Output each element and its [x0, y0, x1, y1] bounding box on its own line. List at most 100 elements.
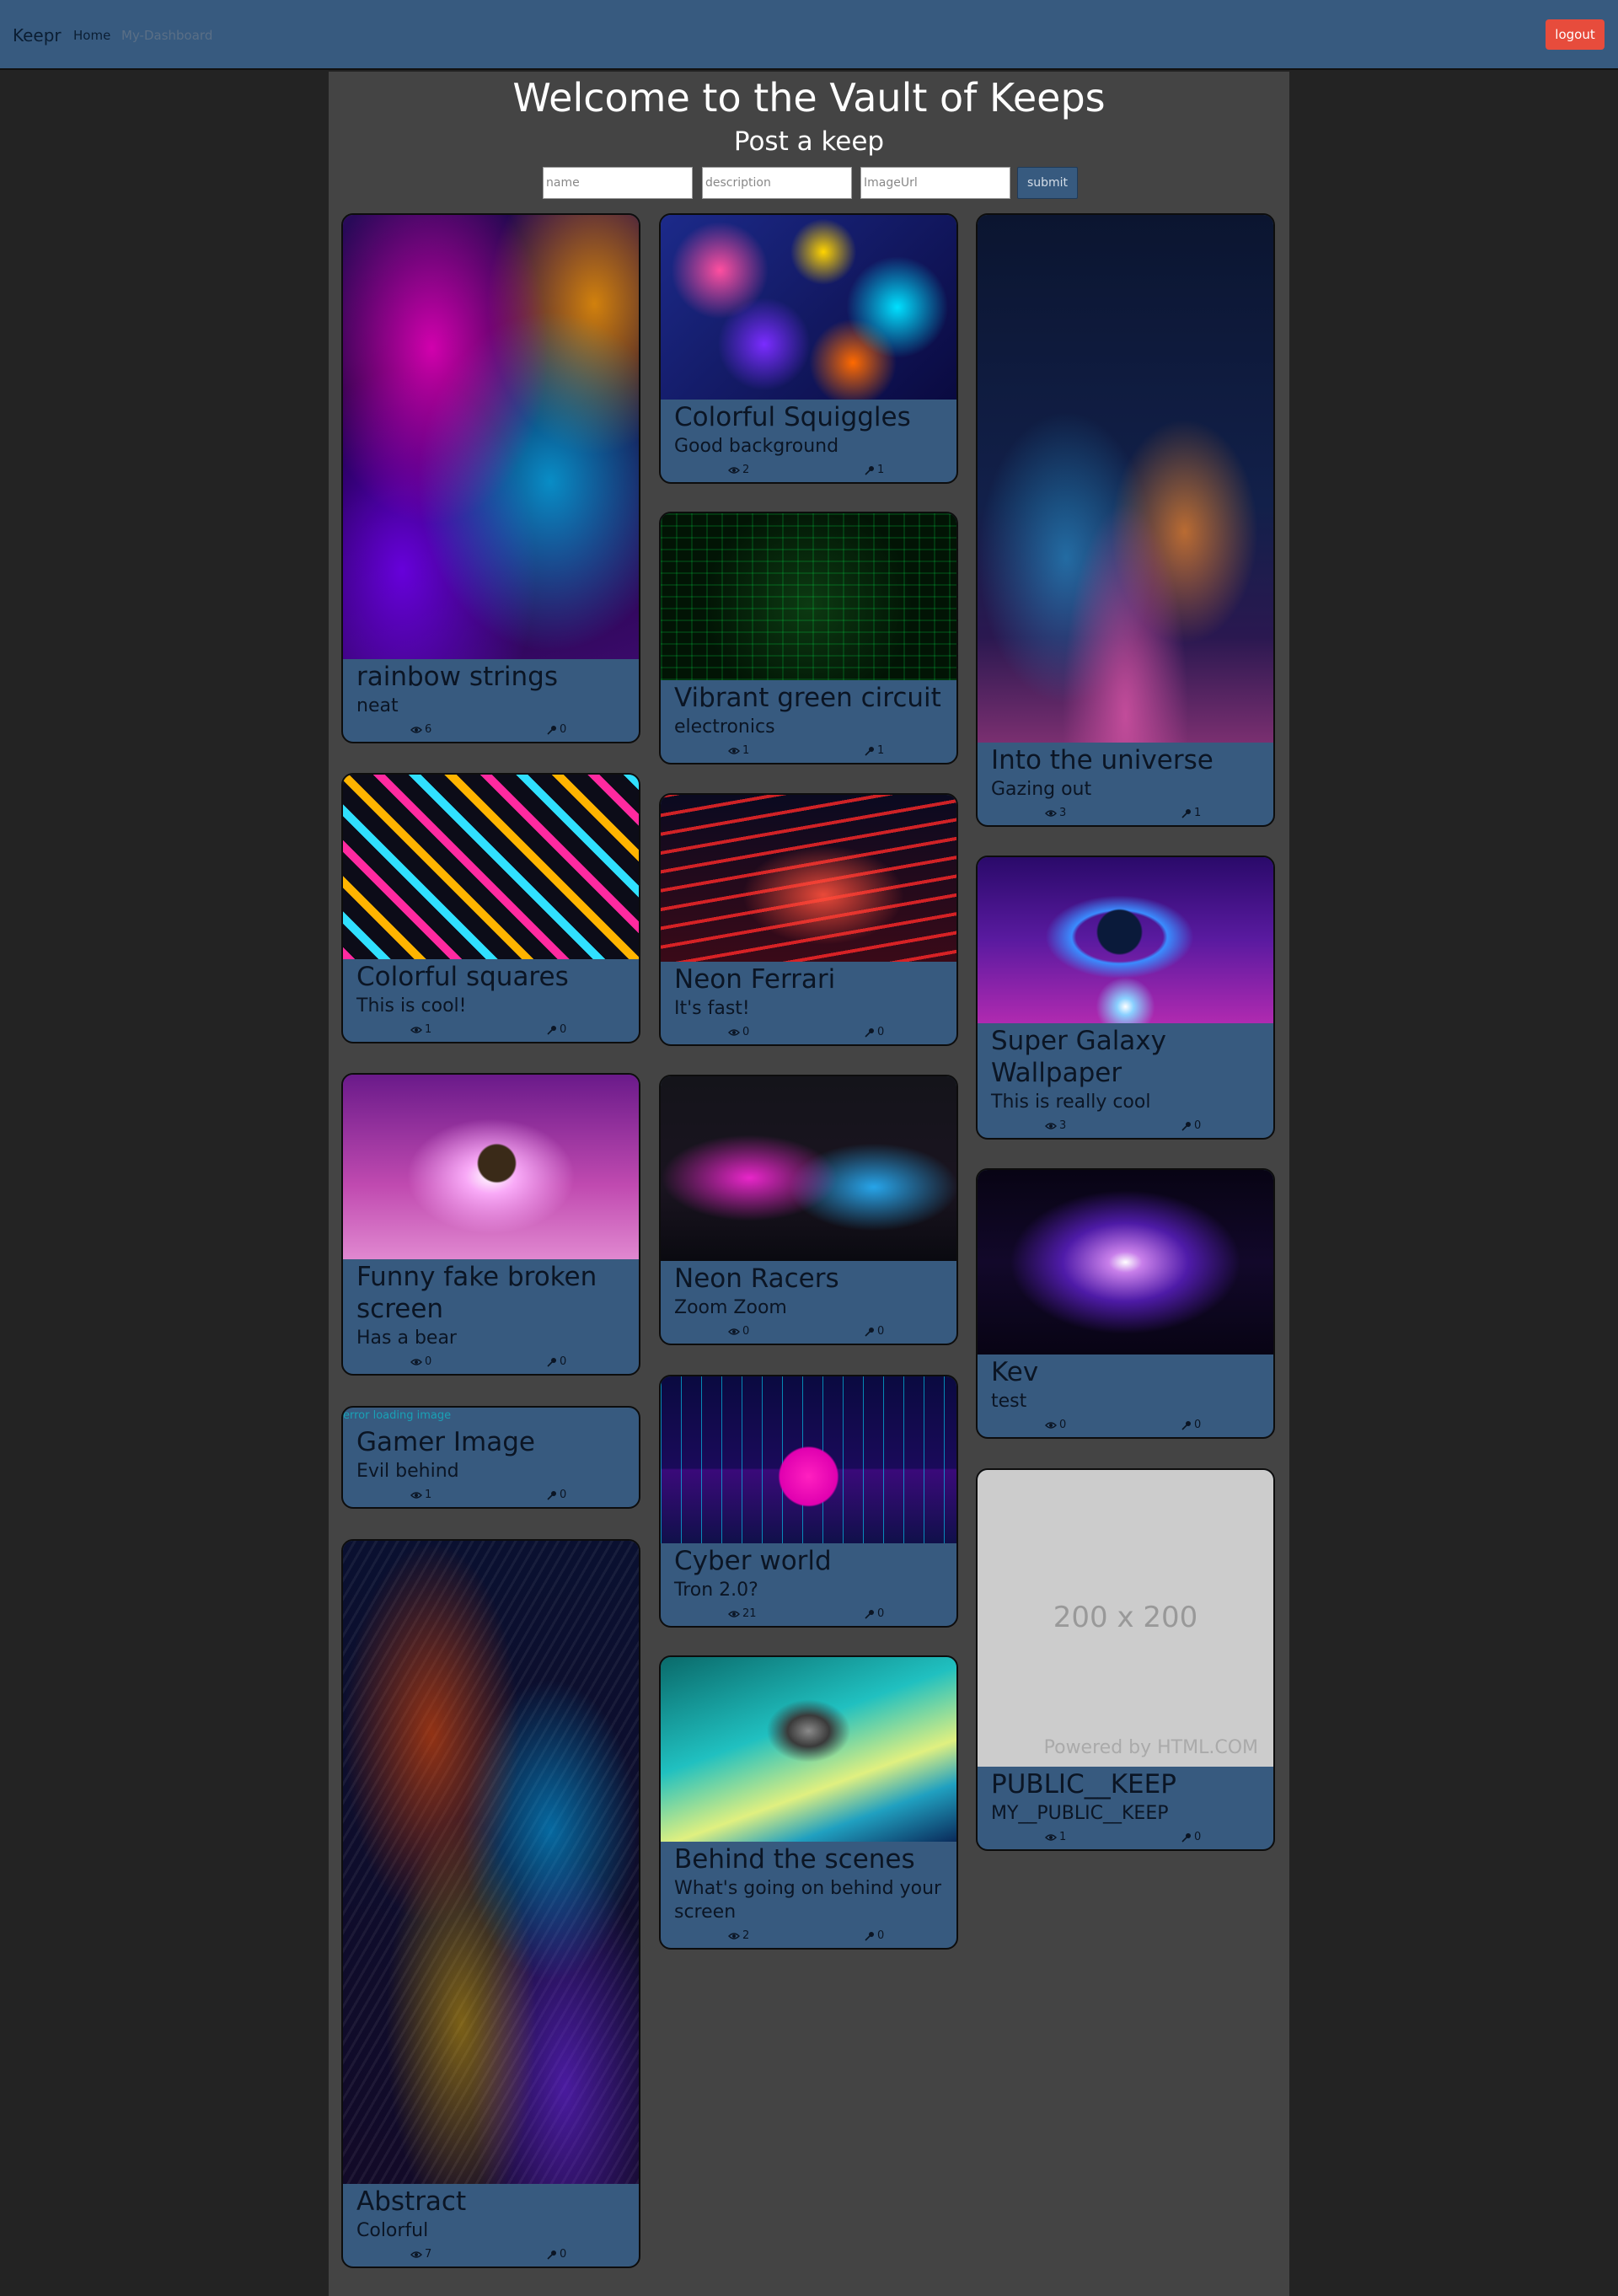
keep-description: This is cool! — [356, 995, 467, 1017]
keeps-value: 0 — [877, 1607, 885, 1620]
keep-description: Tron 2.0? — [674, 1580, 758, 1601]
keeps-count: 0 — [865, 1325, 884, 1338]
keep-card[interactable]: Funny fake broken screen Has a bear 0 0 — [341, 1073, 640, 1376]
keep-image[interactable] — [661, 215, 956, 400]
keep-image[interactable] — [343, 775, 639, 959]
keep-image[interactable] — [661, 795, 956, 962]
views-value: 7 — [425, 2248, 432, 2261]
keep-description: Gazing out — [991, 779, 1092, 800]
keep-name: Into the universe — [991, 745, 1214, 775]
keep-card[interactable]: Cyber world Tron 2.0? 21 0 — [659, 1375, 958, 1628]
keep-stats: 0 0 — [356, 1352, 625, 1374]
keep-name: Colorful squares — [356, 962, 569, 992]
card-body: Vibrant green circuit electronics 1 1 — [661, 680, 956, 763]
logout-button[interactable]: logout — [1546, 19, 1605, 50]
key-icon — [865, 465, 874, 475]
keep-card[interactable]: error loading image Gamer Image Evil beh… — [341, 1406, 640, 1509]
nav-dashboard-link[interactable]: My-Dashboard — [121, 28, 212, 43]
views-count: 0 — [410, 1355, 431, 1368]
keeps-value: 0 — [877, 1929, 885, 1942]
keep-image[interactable] — [661, 1376, 956, 1543]
views-value: 3 — [1059, 1119, 1067, 1132]
description-input[interactable] — [702, 167, 852, 199]
keep-name: rainbow strings — [356, 662, 558, 692]
keep-stats: 3 0 — [991, 1116, 1260, 1138]
keep-image[interactable]: 200 x 200 Powered by HTML.COM — [978, 1470, 1273, 1767]
views-value: 1 — [425, 1489, 432, 1501]
views-count: 3 — [1045, 807, 1066, 819]
keeps-value: 1 — [1194, 807, 1202, 819]
nav-home-link[interactable]: Home — [73, 28, 110, 43]
keep-card[interactable]: Behind the scenes What's going on behind… — [659, 1655, 958, 1950]
keeps-value: 1 — [877, 744, 885, 757]
broken-image[interactable]: error loading image — [343, 1408, 639, 1424]
image-url-input[interactable] — [860, 167, 1010, 199]
key-icon — [865, 746, 874, 756]
eye-icon — [410, 1358, 422, 1365]
card-body: Neon Racers Zoom Zoom 0 0 — [661, 1261, 956, 1344]
views-value: 3 — [1059, 807, 1067, 819]
card-body: Colorful squares This is cool! 1 0 — [343, 959, 639, 1042]
views-count: 21 — [728, 1607, 757, 1620]
views-value: 0 — [742, 1026, 750, 1038]
page-title: Welcome to the Vault of Keeps — [512, 75, 1106, 121]
keeps-value: 0 — [1194, 1419, 1202, 1431]
keep-card[interactable]: Abstract Colorful 7 0 — [341, 1539, 640, 2268]
keeps-value: 0 — [560, 1355, 567, 1368]
views-count: 1 — [1045, 1831, 1066, 1843]
keep-description: Evil behind — [356, 1461, 459, 1482]
card-body: Into the universe Gazing out 3 1 — [978, 743, 1273, 825]
keep-image[interactable] — [978, 215, 1273, 743]
keeps-count: 0 — [547, 723, 566, 736]
brand-logo[interactable]: Keepr — [13, 25, 62, 46]
submit-button[interactable]: submit — [1017, 167, 1078, 199]
keeps-count: 0 — [547, 2248, 566, 2261]
placeholder-powered-text: Powered by HTML.COM — [1043, 1737, 1258, 1758]
keep-description: neat — [356, 695, 399, 716]
keep-card[interactable]: Vibrant green circuit electronics 1 1 — [659, 512, 958, 764]
keep-name: Behind the scenes — [674, 1844, 915, 1875]
keep-card[interactable]: 200 x 200 Powered by HTML.COM PUBLIC__KE… — [976, 1468, 1275, 1851]
eye-icon — [1045, 809, 1057, 817]
keep-image[interactable] — [343, 1541, 639, 2184]
key-icon — [1181, 1832, 1191, 1843]
keeps-count: 1 — [1181, 807, 1201, 819]
keep-image[interactable] — [661, 1657, 956, 1842]
keep-image[interactable] — [978, 1170, 1273, 1355]
keep-card[interactable]: Neon Ferrari It's fast! 0 0 — [659, 793, 958, 1046]
keeps-value: 0 — [1194, 1119, 1202, 1132]
keep-image[interactable] — [661, 513, 956, 680]
keep-image[interactable] — [343, 215, 639, 659]
keeps-count: 0 — [1181, 1831, 1201, 1843]
keep-image[interactable] — [978, 857, 1273, 1023]
keeps-count: 0 — [547, 1355, 566, 1368]
eye-icon — [1045, 1833, 1057, 1841]
keep-card[interactable]: Kev test 0 0 — [976, 1168, 1275, 1439]
key-icon — [1181, 1420, 1191, 1430]
card-body: rainbow strings neat 6 0 — [343, 659, 639, 742]
key-icon — [1181, 808, 1191, 818]
card-body: Behind the scenes What's going on behind… — [661, 1842, 956, 1948]
keep-card[interactable]: rainbow strings neat 6 0 — [341, 213, 640, 743]
broken-image-alt-text: error loading image — [343, 1409, 452, 1422]
keep-card[interactable]: Into the universe Gazing out 3 1 — [976, 213, 1275, 827]
keeps-value: 0 — [560, 2248, 567, 2261]
keep-card[interactable]: Super Galaxy Wallpaper This is really co… — [976, 856, 1275, 1140]
name-input[interactable] — [543, 167, 693, 199]
keep-image[interactable] — [661, 1076, 956, 1261]
card-body: PUBLIC__KEEP MY__PUBLIC__KEEP 1 0 — [978, 1767, 1273, 1849]
key-icon — [547, 725, 556, 735]
keep-description: electronics — [674, 716, 775, 738]
views-value: 1 — [742, 744, 750, 757]
eye-icon — [410, 1491, 422, 1499]
keeps-value: 0 — [560, 723, 567, 736]
keep-card[interactable]: Neon Racers Zoom Zoom 0 0 — [659, 1075, 958, 1345]
keep-image[interactable] — [343, 1075, 639, 1259]
keep-stats: 1 1 — [674, 741, 943, 763]
keeps-count: 0 — [547, 1023, 566, 1036]
keeps-count: 0 — [1181, 1119, 1201, 1132]
keep-card[interactable]: Colorful squares This is cool! 1 0 — [341, 773, 640, 1043]
keep-card[interactable]: Colorful Squiggles Good background 2 1 — [659, 213, 958, 484]
keeps-value: 0 — [877, 1325, 885, 1338]
key-icon — [1181, 1121, 1191, 1131]
